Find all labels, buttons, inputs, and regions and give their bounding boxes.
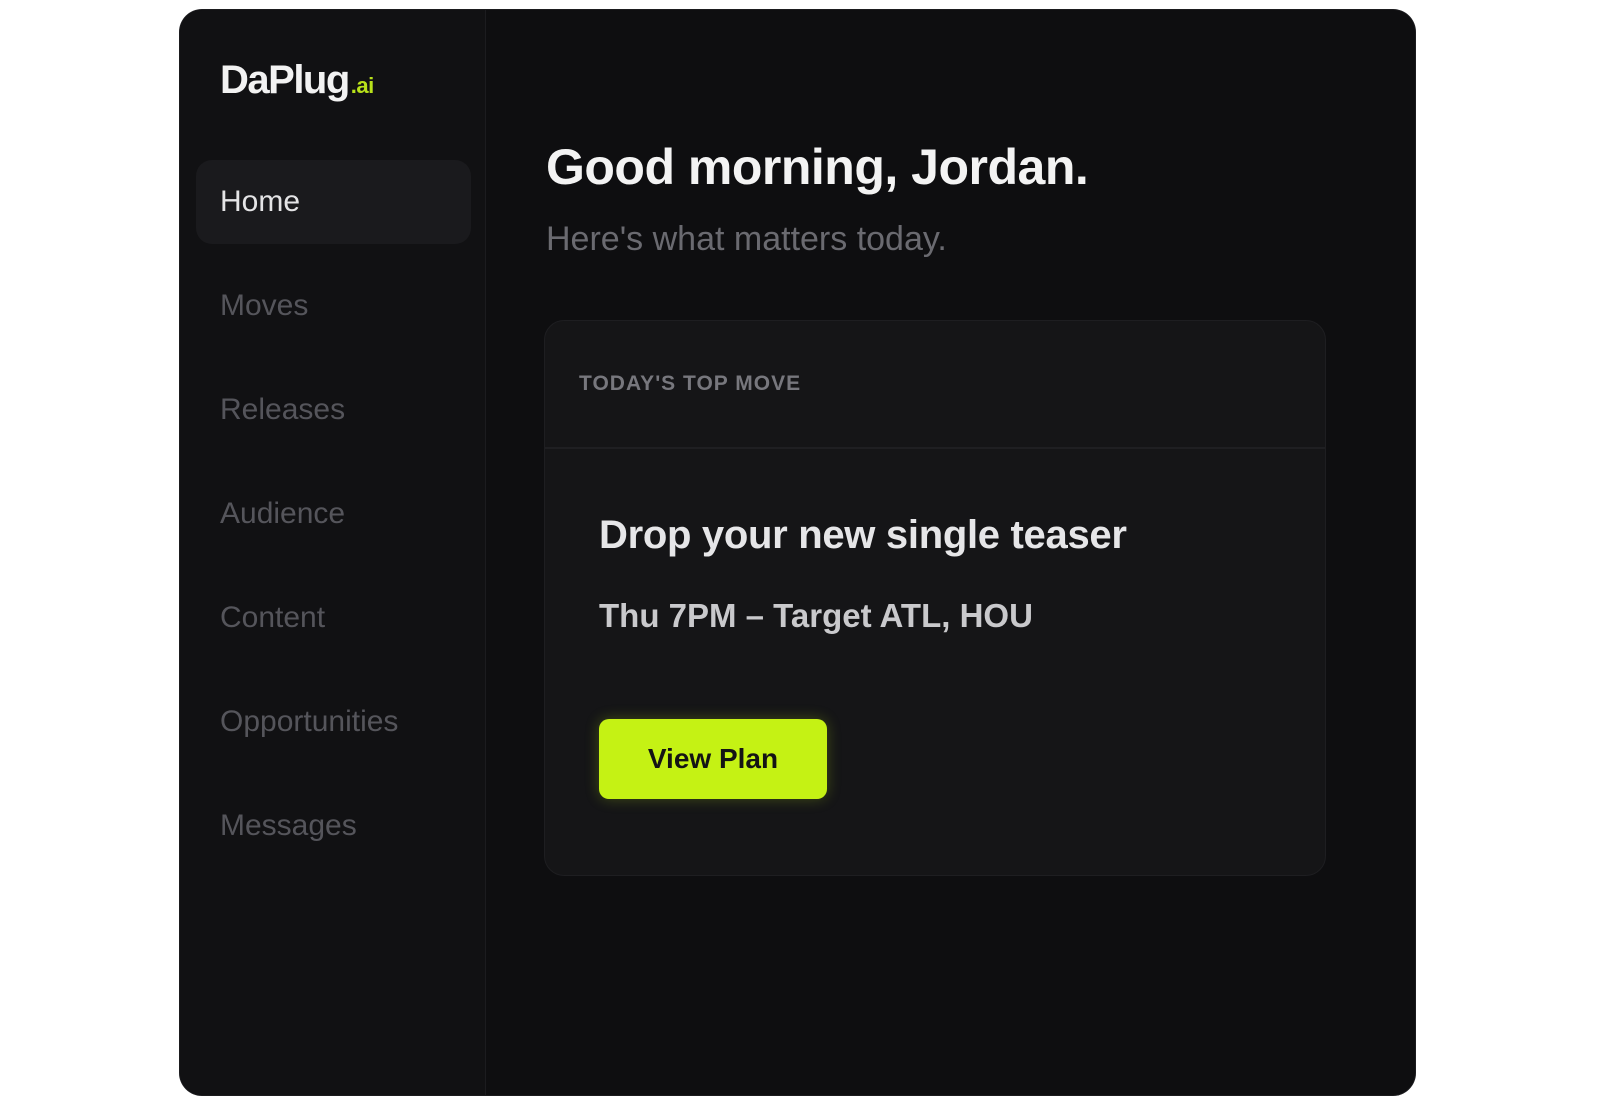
page-subtitle: Here's what matters today. [546, 220, 947, 258]
main-content: Good morning, Jordan. Here's what matter… [486, 10, 1415, 1095]
sidebar-item-content[interactable]: Content [196, 576, 471, 660]
brand-name: DaPlug [220, 58, 350, 102]
sidebar-item-releases[interactable]: Releases [196, 368, 471, 452]
move-detail: Thu 7PM – Target ATL, HOU [599, 597, 1033, 634]
app-window: DaPlug .ai Home Moves Releases Audience C… [180, 10, 1415, 1095]
sidebar-item-audience[interactable]: Audience [196, 472, 471, 556]
sidebar-item-label: Releases [220, 393, 346, 426]
sidebar-nav: Home Moves Releases Audience Content Opp… [196, 160, 471, 888]
page-title: Good morning, Jordan. [546, 139, 1089, 195]
sidebar-item-label: Content [220, 601, 326, 634]
sidebar-item-home[interactable]: Home [196, 160, 471, 244]
sidebar-item-label: Moves [220, 289, 309, 322]
sidebar-item-label: Audience [220, 497, 346, 530]
sidebar-item-label: Opportunities [220, 705, 399, 738]
sidebar: DaPlug .ai Home Moves Releases Audience C… [180, 10, 486, 1095]
view-plan-button[interactable]: View Plan [599, 719, 827, 799]
move-title: Drop your new single teaser [599, 513, 1127, 557]
sidebar-item-label: Home [220, 185, 301, 218]
sidebar-item-opportunities[interactable]: Opportunities [196, 680, 471, 764]
brand-suffix: .ai [350, 73, 374, 98]
card-header: TODAY'S TOP MOVE [545, 321, 1325, 449]
sidebar-item-label: Messages [220, 809, 357, 842]
card-label: TODAY'S TOP MOVE [579, 372, 802, 395]
top-move-card: TODAY'S TOP MOVE Drop your new single te… [544, 320, 1326, 876]
brand-logo[interactable]: DaPlug .ai [220, 58, 374, 103]
sidebar-item-messages[interactable]: Messages [196, 784, 471, 868]
sidebar-item-moves[interactable]: Moves [196, 264, 471, 348]
